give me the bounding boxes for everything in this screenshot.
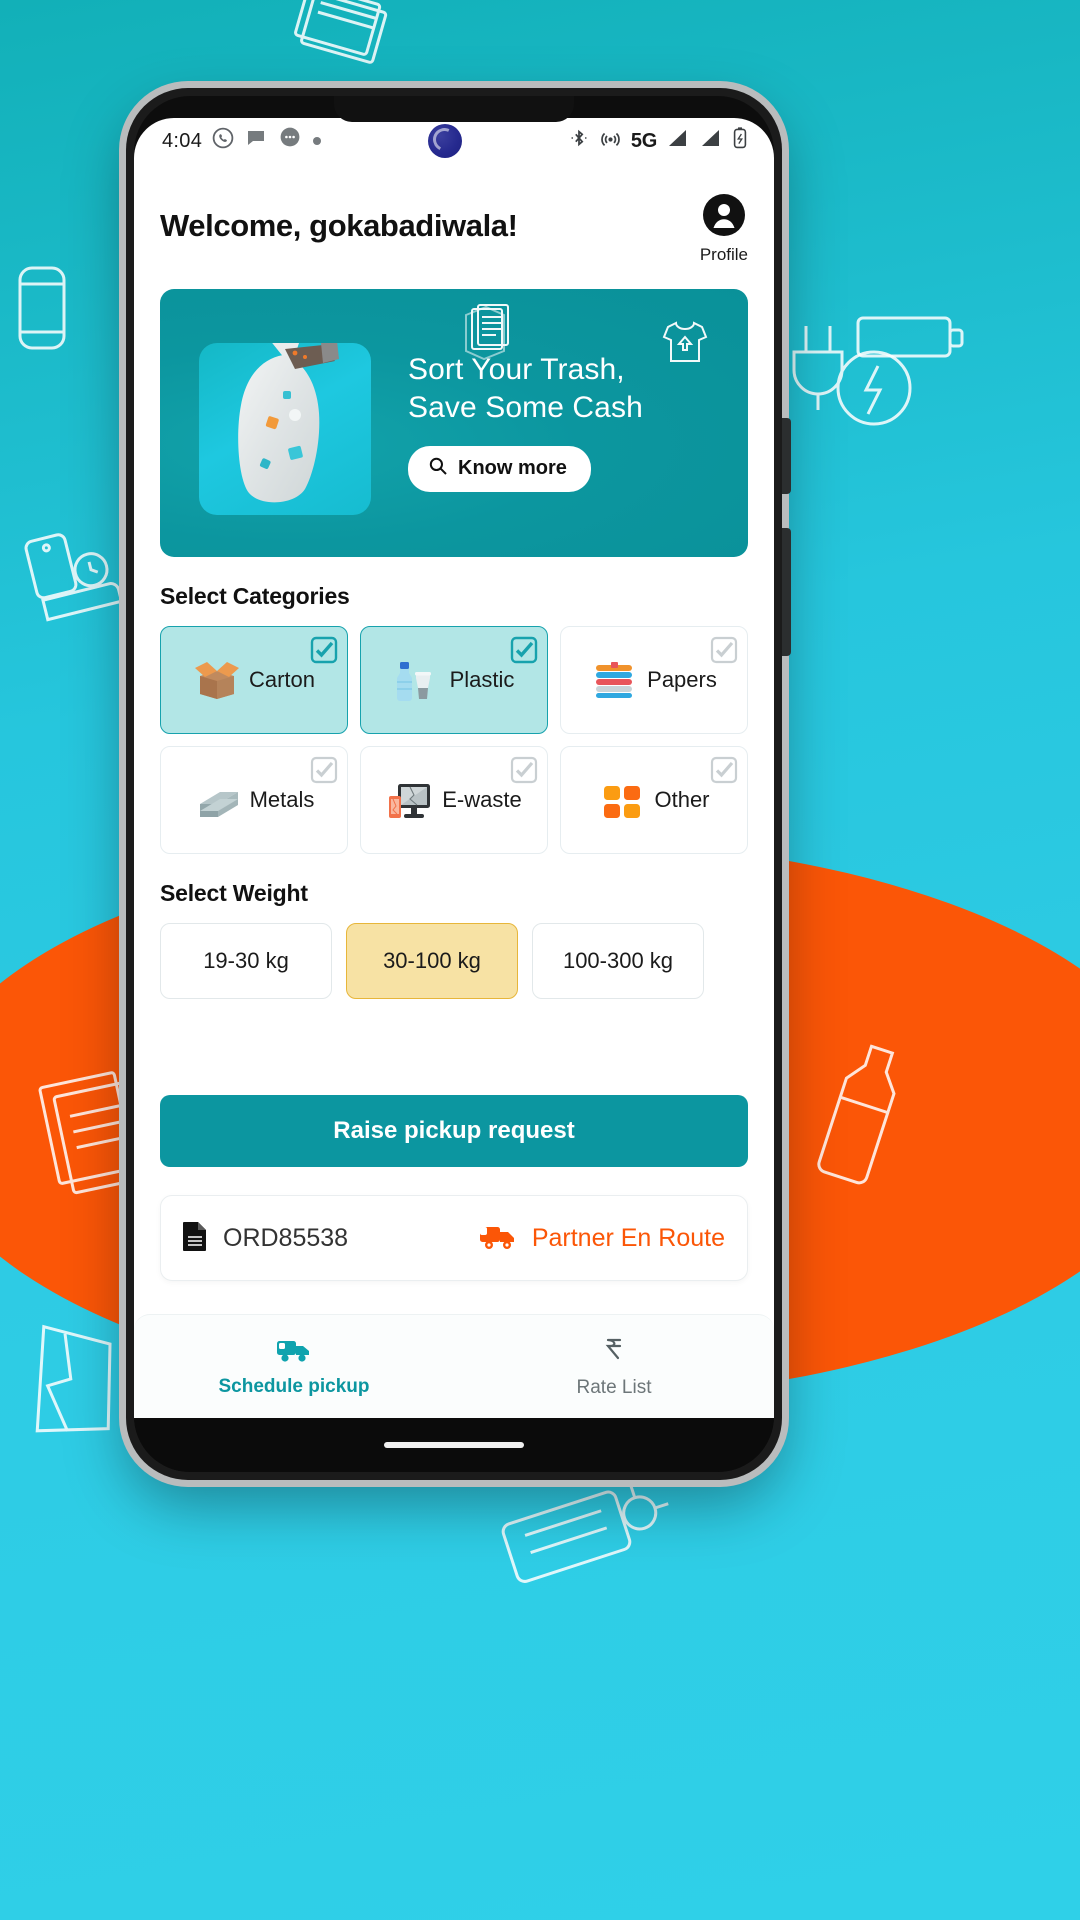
- camera-punch-hole: [428, 124, 463, 158]
- delivery-truck-icon: [478, 1221, 518, 1256]
- dot-icon: [312, 130, 322, 152]
- messages-icon: [277, 125, 303, 157]
- category-label: Metals: [249, 787, 315, 812]
- rolled-paper-outline-icon: [498, 1470, 678, 1600]
- screen-content: Welcome, gokabadiwala! Profile Sort Your…: [134, 164, 774, 1281]
- category-label: Other: [654, 787, 710, 812]
- banner-line-1: Sort Your Trash,: [408, 353, 625, 386]
- carton-box-icon: [193, 658, 241, 702]
- page-background: 4:04 5G Welcome, gokabadiwala! Profile S…: [0, 0, 1080, 1920]
- gesture-bar-area: [134, 1418, 774, 1472]
- whatsapp-icon: [211, 126, 235, 156]
- promo-banner[interactable]: Sort Your Trash, Save Some Cash Know mor…: [160, 289, 748, 557]
- hotspot-icon: [599, 127, 622, 156]
- search-icon: [428, 456, 448, 482]
- status-bar: 4:04 5G: [134, 118, 774, 164]
- checkbox-unchecked-icon[interactable]: [510, 756, 538, 784]
- category-card-papers[interactable]: Papers: [560, 626, 748, 734]
- home-indicator[interactable]: [384, 1442, 524, 1448]
- weight-title: Select Weight: [160, 880, 308, 906]
- paper-stack-icon: [591, 658, 639, 702]
- weight-options-row[interactable]: 19-30 kg 30-100 kg 100-300 kg: [160, 923, 748, 999]
- weight-option-19-30[interactable]: 19-30 kg: [160, 923, 332, 999]
- plastic-bottle-icon: [394, 658, 442, 702]
- app-header: Welcome, gokabadiwala! Profile: [160, 164, 748, 275]
- know-more-button[interactable]: Know more: [408, 445, 591, 492]
- truck-icon: [275, 1336, 313, 1369]
- checkbox-checked-icon[interactable]: [510, 636, 538, 664]
- raise-pickup-request-button[interactable]: Raise pickup request: [160, 1095, 748, 1167]
- order-id: ORD85538: [223, 1223, 349, 1252]
- order-id-block: ORD85538: [181, 1220, 348, 1257]
- battery-outline-icon: [850, 306, 970, 366]
- phone-outline-icon: [20, 522, 128, 630]
- categories-grid: Carton Plastic Papers Metals E-waste Oth…: [160, 626, 748, 854]
- phone-volume-button[interactable]: [782, 418, 791, 494]
- category-card-carton[interactable]: Carton: [160, 626, 348, 734]
- phone-notch: [334, 96, 574, 122]
- nav-label: Rate List: [576, 1376, 652, 1398]
- document-icon: [181, 1220, 209, 1257]
- phone-frame: 4:04 5G Welcome, gokabadiwala! Profile S…: [126, 88, 791, 1480]
- rupee-icon: [599, 1335, 629, 1370]
- active-order-row[interactable]: ORD85538 Partner En Route: [160, 1195, 748, 1281]
- four-squares-icon: [598, 778, 646, 822]
- checkbox-unchecked-icon[interactable]: [710, 636, 738, 664]
- signal-icon: [666, 127, 690, 155]
- category-card-ewaste[interactable]: E-waste: [360, 746, 548, 854]
- status-time: 4:04: [162, 129, 203, 152]
- order-status-label: Partner En Route: [531, 1223, 725, 1252]
- plug-outline-icon: [786, 304, 916, 454]
- status-bar-left: 4:04: [162, 125, 322, 157]
- category-label: Plastic: [449, 667, 515, 692]
- category-card-metals[interactable]: Metals: [160, 746, 348, 854]
- chat-icon: [244, 126, 268, 156]
- nav-item-schedule-pickup[interactable]: Schedule pickup: [134, 1315, 454, 1418]
- phone-power-button[interactable]: [782, 528, 791, 656]
- broken-monitor-icon: [386, 778, 434, 822]
- weight-option-30-100[interactable]: 30-100 kg: [346, 923, 518, 999]
- nav-item-rate-list[interactable]: Rate List: [454, 1315, 774, 1418]
- order-status-block: Partner En Route: [478, 1221, 725, 1256]
- weight-option-100-300[interactable]: 100-300 kg: [532, 923, 704, 999]
- checkbox-unchecked-icon[interactable]: [310, 756, 338, 784]
- plastic-waste-bag-image: [238, 343, 339, 503]
- account-circle-icon: [701, 192, 747, 243]
- battery-icon: [732, 126, 748, 156]
- app-screen: 4:04 5G Welcome, gokabadiwala! Profile S…: [134, 118, 774, 1418]
- broken-glass-outline-icon: [18, 1320, 138, 1450]
- category-label: E-waste: [442, 787, 522, 812]
- metal-sheets-icon: [194, 778, 242, 822]
- category-card-plastic[interactable]: Plastic: [360, 626, 548, 734]
- category-label: Papers: [647, 667, 717, 692]
- nav-label: Schedule pickup: [218, 1375, 370, 1397]
- profile-button[interactable]: Profile: [700, 192, 748, 265]
- categories-title: Select Categories: [160, 583, 350, 609]
- network-type-label: 5G: [630, 129, 658, 152]
- bluetooth-icon: [568, 127, 590, 155]
- signal-2-icon: [699, 127, 723, 155]
- category-card-other[interactable]: Other: [560, 746, 748, 854]
- category-label: Carton: [248, 667, 316, 692]
- checkbox-checked-icon[interactable]: [310, 636, 338, 664]
- profile-label: Profile: [699, 245, 748, 264]
- books-outline-icon: [290, 0, 400, 64]
- status-bar-right: 5G: [568, 126, 748, 156]
- know-more-label: Know more: [458, 457, 567, 480]
- page-title: Welcome, gokabadiwala!: [160, 208, 518, 243]
- can-outline-icon: [12, 262, 74, 354]
- banner-image: [199, 343, 371, 515]
- phone-body: 4:04 5G Welcome, gokabadiwala! Profile S…: [134, 96, 774, 1472]
- banner-line-2: Save Some Cash: [408, 391, 643, 425]
- bottom-navigation: Schedule pickup Rate List: [134, 1314, 774, 1418]
- banner-text-block: Sort Your Trash, Save Some Cash Know mor…: [408, 351, 738, 492]
- checkbox-unchecked-icon[interactable]: [710, 756, 738, 784]
